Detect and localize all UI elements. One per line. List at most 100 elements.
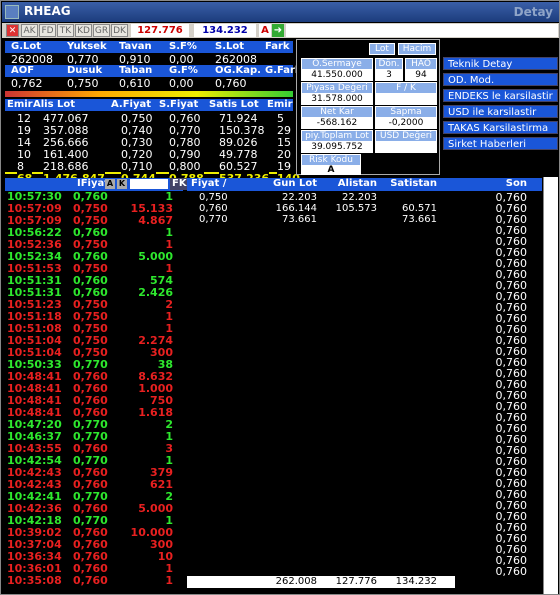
depth-col-1[interactable]: Alis Lot [33,99,75,110]
trade-lot: 1 [165,226,173,239]
toolbar-button-tk[interactable]: TK [57,24,74,37]
go-arrow-icon[interactable]: ➜ [272,24,284,37]
depth-col-2[interactable]: A.Fiyat [111,99,151,110]
title-bar[interactable]: RHEAG Detay [2,2,559,22]
osermaye-value: 41.550.000 [301,70,373,81]
trade-lot: 621 [150,478,173,491]
trade-lot: 5.000 [138,502,173,515]
depth-col-3[interactable]: S.Fiyat [159,99,198,110]
toolbar-button-dk[interactable]: DK [111,24,128,37]
toolbar-button-gr[interactable]: GR [93,24,110,37]
trade-lot: 1 [165,310,173,323]
trade-lot: 4.867 [138,214,173,227]
hao-label: HAO [405,58,437,70]
depth-col-0[interactable]: Emir [7,99,33,110]
app-window: RHEAG Detay ✕ AK FD TK KD GR DK 127.776 134.2… [0,0,560,595]
fk-value [375,94,437,105]
summary-v2-4: 0,760 [215,77,247,90]
menu-item-1[interactable]: OD. Mod. [443,73,558,86]
usd-value [375,142,437,153]
ob-col-3[interactable]: Satistan [377,178,437,190]
fk-toggle[interactable]: FK [170,178,189,190]
don-label: Dön. [375,58,403,70]
ob-col-4[interactable]: Son [437,178,527,190]
menu-item-2[interactable]: ENDEKS le karsilastir [443,89,558,102]
ob-cell: 60.571 [402,203,437,214]
detail-label[interactable]: Detay [514,5,553,19]
trade-lot: 2 [165,418,173,431]
trade-lot: 2 [165,298,173,311]
summary-h2-4: OG.Kap. [215,65,261,76]
depth-col-4[interactable]: Satis Lot [209,99,259,110]
trade-time: 10:35:08 [7,574,62,587]
ob-cell: 22.203 [282,192,317,203]
menu-item-0[interactable]: Teknik Detay [443,57,558,70]
toolbar: ✕ AK FD TK KD GR DK 127.776 134.232 A ➜ [2,23,559,38]
piyasa-label: Piyasa Değeri [301,82,373,94]
window-title: RHEAG [24,4,71,18]
toolbar-button-fd[interactable]: FD [39,24,56,37]
trade-lot: 1.618 [138,406,173,419]
ob-total: - [523,576,527,587]
lot-button[interactable]: Lot [369,43,395,55]
toolbar-button-ak[interactable]: AK [21,24,38,37]
piy-toplam-label: piy.Toplam Lot [301,130,373,142]
usd-label: USD Değeri [375,130,437,142]
hao-value: 94 [405,70,437,81]
trade-lot: 2.426 [138,286,173,299]
fk-label: F / K [375,82,437,94]
summary-h1-2: Tavan [119,41,152,52]
osermaye-label: O.Sermaye [301,58,373,70]
trade-lot: 3 [165,442,173,455]
summary-v2-2: 0,610 [119,77,151,90]
trade-lot: 5.000 [138,250,173,263]
close-icon[interactable]: ✕ [6,24,19,37]
piyasa-value: 31.578.000 [301,94,373,105]
don-value: 3 [375,70,403,81]
ob-cell: 166.144 [275,203,317,214]
trade-lot: 1 [165,574,173,587]
toolbar-value-1: 127.776 [131,24,189,37]
summary-h2-2: Taban [119,65,153,76]
ob-total: 127.776 [335,576,377,587]
summary-v2-1: 0,750 [67,77,99,90]
summary-h1-0: G.Lot [11,41,42,52]
k-toggle[interactable]: K [117,179,127,189]
sapma-value: -0,2000 [375,118,437,129]
trade-price: 0,760 [73,574,108,587]
a-button[interactable]: A [259,24,271,37]
toolbar-value-2: 134.232 [194,24,256,37]
netkar-label: Net Kar [301,106,373,118]
ob-cell: 105.573 [335,203,377,214]
sapma-label: Sapma [375,106,437,118]
ob-col-2[interactable]: Alistan [317,178,377,190]
symbol-input[interactable] [286,24,558,37]
summary-h1-5: Fark [265,41,290,52]
hacim-button[interactable]: Hacim [398,43,436,55]
menu-item-5[interactable]: Sirket Haberleri [443,137,558,150]
summary-h1-4: S.Lot [215,41,245,52]
ob-col-1[interactable]: Gun Lot [247,178,317,190]
depth-col-5[interactable]: Emir [267,99,293,110]
menu-item-4[interactable]: TAKAS Karsilastirma [443,121,558,134]
trade-lot: 1 [165,430,173,443]
scrollbar[interactable] [543,177,558,594]
ob-total: 262.008 [275,576,317,587]
summary-v2-0: 0,762 [11,77,43,90]
piy-toplam-value: 39.095.752 [301,142,373,153]
trade-lot: 10 [157,550,173,563]
app-icon [5,5,19,19]
menu-item-3[interactable]: USD ile karsilastir [443,105,558,118]
filter-input[interactable] [130,179,168,189]
summary-h1-1: Yuksek [67,41,107,52]
summary-v2-3: 0,00 [169,77,194,90]
summary-h1-3: S.F% [169,41,197,52]
summary-h2-0: AOF [11,65,35,76]
ob-cell: 73.661 [402,214,437,225]
summary-h2-1: Dusuk [67,65,103,76]
toolbar-button-kd[interactable]: KD [75,24,92,37]
ob-cell: 73.661 [282,214,317,225]
orderbook-header: Fiyat / Gun Lot Alistan Satistan Son [187,178,542,191]
ob-col-0[interactable]: Fiyat / [191,178,247,190]
a-toggle[interactable]: A [105,179,115,189]
